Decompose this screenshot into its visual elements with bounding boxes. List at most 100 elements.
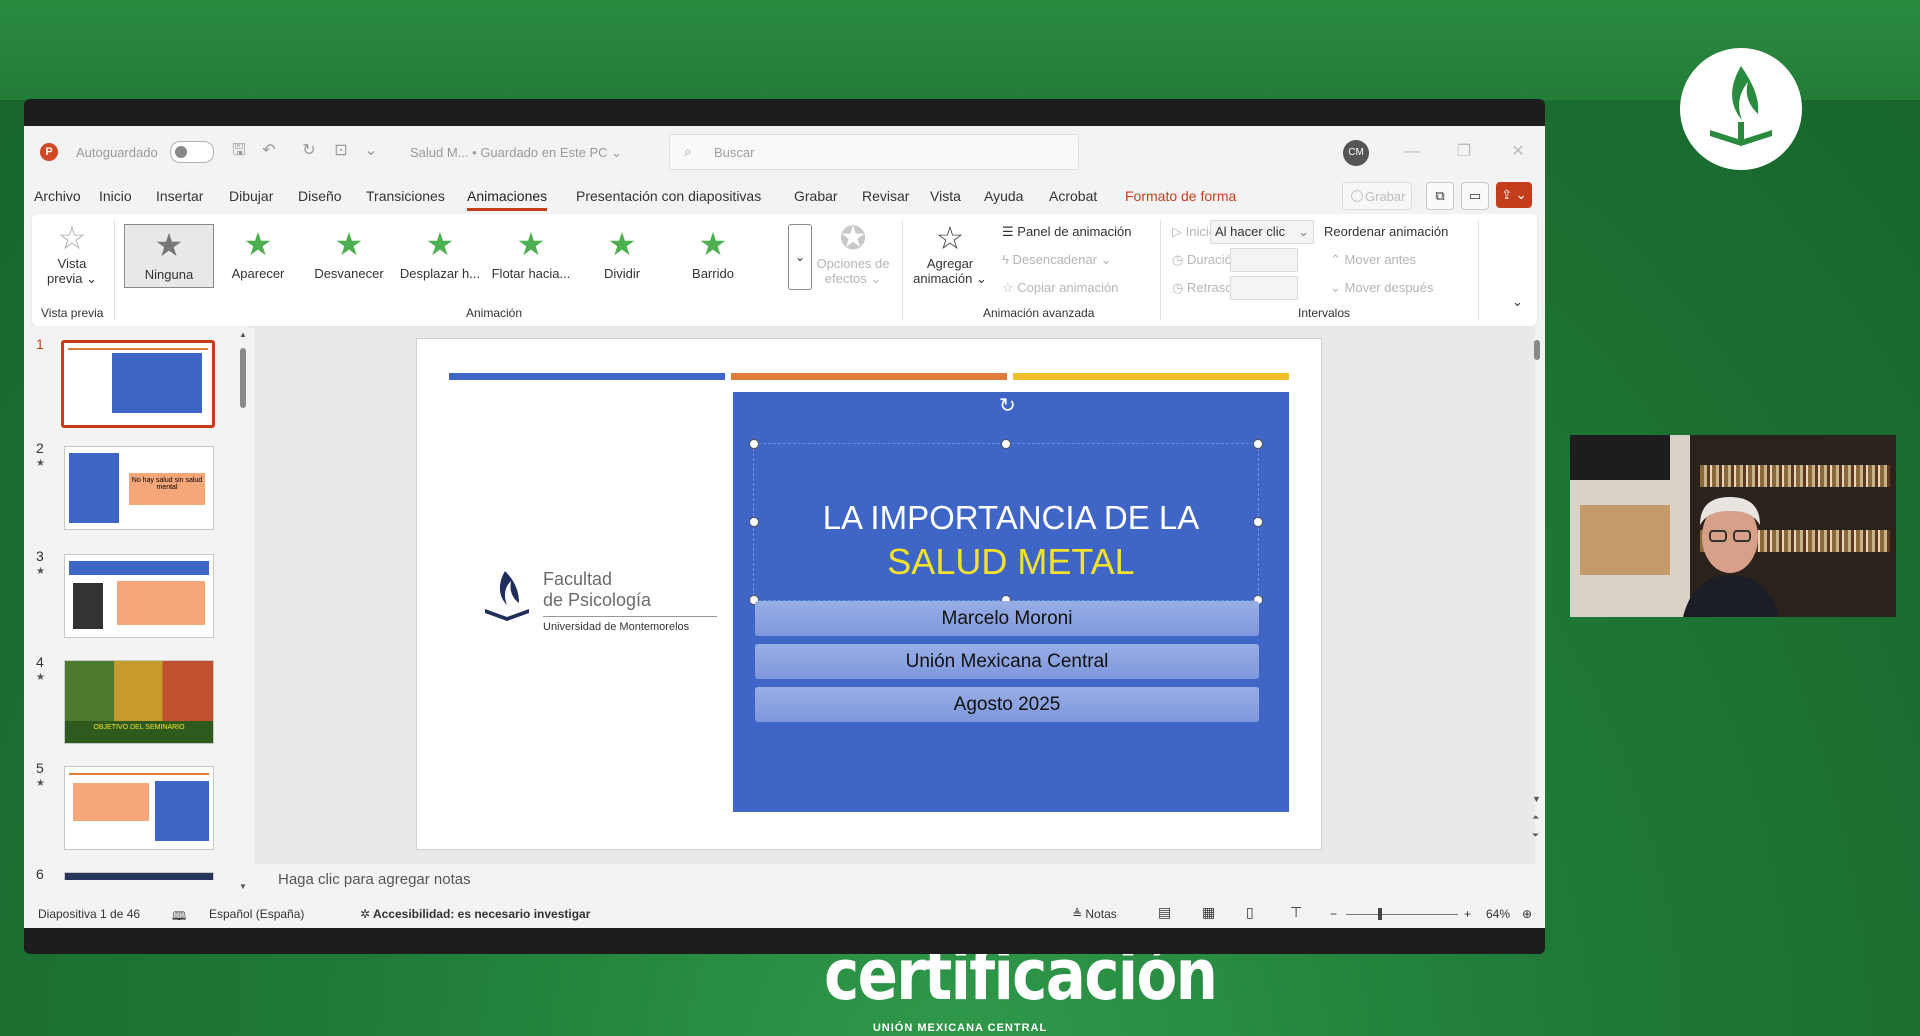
delay-input[interactable] (1230, 276, 1298, 300)
restore-icon[interactable]: ❐ (1452, 140, 1476, 164)
fit-slide-icon[interactable]: ⊕ (1522, 907, 1532, 921)
presenter-webcam (1570, 435, 1896, 617)
autosave-toggle[interactable] (170, 141, 214, 163)
move-later-button[interactable]: ⌄ Mover después (1330, 280, 1433, 296)
zoom-slider-thumb[interactable] (1378, 908, 1382, 920)
teams-icon[interactable]: ⧉ (1426, 182, 1454, 210)
slide-number: 2 (36, 440, 44, 456)
tab-vista[interactable]: Vista (930, 188, 961, 204)
star-icon: ★ (516, 226, 546, 262)
slide-thumbnail-4[interactable]: OBJETIVO DEL SEMINARIO (64, 660, 214, 744)
scrollbar-thumb[interactable] (1534, 340, 1540, 360)
slide-thumbnail-1[interactable] (61, 340, 215, 428)
animation-ninguna[interactable]: ★ Ninguna (124, 224, 214, 288)
reading-view-icon[interactable]: ▯ (1246, 904, 1254, 921)
user-avatar[interactable]: CM (1343, 140, 1369, 166)
scroll-down-icon[interactable]: ▼ (1532, 794, 1541, 804)
tab-animaciones[interactable]: Animaciones (467, 188, 548, 211)
save-icon[interactable]: 🖫 (230, 142, 248, 160)
scroll-down-icon[interactable]: ▼ (237, 882, 249, 891)
minimize-icon[interactable]: — (1400, 140, 1424, 164)
tab-insertar[interactable]: Insertar (156, 188, 203, 204)
tab-inicio[interactable]: Inicio (99, 188, 132, 204)
duration-input[interactable] (1230, 248, 1298, 272)
record-icon (1351, 190, 1363, 202)
record-button[interactable]: Grabar (1342, 182, 1412, 210)
slide-thumbnail-6[interactable] (64, 872, 214, 880)
ribbon: ☆ Vista previa ⌄ Vista previa ★ Ninguna ★… (32, 214, 1537, 326)
resize-handle[interactable] (1001, 439, 1011, 449)
close-icon[interactable]: ✕ (1506, 140, 1530, 164)
tab-transiciones[interactable]: Transiciones (366, 188, 445, 204)
rotate-handle-icon[interactable]: ↻ (999, 393, 1016, 418)
star-icon: ★ (154, 227, 184, 263)
thumbnails-scrollbar[interactable]: ▲ ▼ (237, 326, 249, 896)
normal-view-icon[interactable]: ▤ (1158, 904, 1171, 921)
slide-number: 4 (36, 654, 44, 670)
animation-star-icon: ★ (36, 778, 45, 789)
current-slide[interactable]: Facultad de Psicología Universidad de Mon… (416, 338, 1322, 850)
slide-thumbnail-5[interactable] (64, 766, 214, 850)
tab-acrobat[interactable]: Acrobat (1049, 188, 1097, 204)
university-name: Universidad de Montemorelos (543, 621, 690, 633)
animation-dividir[interactable]: ★ Dividir (578, 224, 666, 286)
scroll-up-icon[interactable]: ▲ (237, 330, 249, 339)
slide-thumbnail-3[interactable] (64, 554, 214, 638)
ribbon-separator (902, 220, 903, 320)
canvas-scrollbar[interactable]: ▼ ⏶ ⏷ (1530, 326, 1544, 864)
resize-handle[interactable] (1253, 439, 1263, 449)
tab-diseno[interactable]: Diseño (298, 188, 342, 204)
tab-grabar[interactable]: Grabar (794, 188, 838, 204)
spellcheck-icon[interactable]: 🕮 (172, 907, 186, 928)
preview-button[interactable]: ☆ Vista previa ⌄ (44, 220, 100, 287)
effects-icon: ✪ (839, 220, 867, 256)
animation-star-icon: ★ (36, 566, 45, 577)
tab-revisar[interactable]: Revisar (862, 188, 909, 204)
slide-thumbnail-2[interactable]: No hay salud sin salud mental (64, 446, 214, 530)
tab-formato-de-forma[interactable]: Formato de forma (1125, 188, 1236, 204)
effect-options-button[interactable]: ✪ Opciones de efectos ⌄ (812, 220, 894, 287)
trigger-button[interactable]: ϟ Desencadenar ⌄ (1002, 252, 1112, 268)
slide-sorter-icon[interactable]: ▦ (1202, 904, 1215, 921)
redo-icon[interactable]: ↻ (300, 142, 318, 160)
language-label[interactable]: Español (España) (209, 907, 304, 921)
search-box[interactable]: ⌕ Buscar (669, 134, 1079, 170)
resize-handle[interactable] (749, 439, 759, 449)
add-animation-button[interactable]: ☆ Agregar animación ⌄ (908, 220, 992, 287)
animation-flotar[interactable]: ★ Flotar hacia... (487, 224, 575, 286)
tab-ayuda[interactable]: Ayuda (984, 188, 1023, 204)
copy-animation-button[interactable]: ☆ Copiar animación (1002, 280, 1118, 296)
slideshow-icon[interactable]: ⊤ (1290, 904, 1302, 921)
gallery-more-button[interactable]: ⌄ (788, 224, 812, 290)
zoom-level[interactable]: 64% (1486, 907, 1510, 921)
slide-bar-yellow (1013, 373, 1289, 380)
notes-pane[interactable]: Haga clic para agregar notas (254, 864, 1535, 896)
animation-barrido[interactable]: ★ Barrido (669, 224, 757, 286)
comments-icon[interactable]: ▭ (1461, 182, 1489, 210)
start-select[interactable]: Al hacer clic ⌄ (1210, 220, 1314, 244)
previous-slide-icon[interactable]: ⏶ (1532, 812, 1539, 823)
webcam-tv (1570, 435, 1670, 480)
tab-archivo[interactable]: Archivo (34, 188, 81, 204)
collapse-ribbon-icon[interactable]: ⌄ (1512, 294, 1523, 310)
share-button[interactable]: ⇪ ⌄ (1496, 182, 1532, 208)
animation-aparecer[interactable]: ★ Aparecer (214, 224, 302, 286)
undo-icon[interactable]: ↶ (260, 142, 278, 160)
tab-presentacion[interactable]: Presentación con diapositivas (576, 188, 761, 204)
notes-button[interactable]: ≜ Notas (1072, 907, 1117, 921)
zoom-out-icon[interactable]: − (1330, 907, 1337, 921)
animation-panel-button[interactable]: ☰ Panel de animación (1002, 224, 1131, 240)
next-slide-icon[interactable]: ⏷ (1532, 830, 1539, 841)
customize-toolbar-icon[interactable]: ⌄ (362, 142, 380, 160)
move-earlier-button[interactable]: ⌃ Mover antes (1330, 252, 1416, 268)
document-title[interactable]: Salud M... • Guardado en Este PC ⌄ (410, 145, 622, 161)
animation-desvanecer[interactable]: ★ Desvanecer (305, 224, 393, 286)
present-icon[interactable]: ⊡ (332, 142, 350, 160)
zoom-slider[interactable] (1346, 914, 1458, 915)
accessibility-status[interactable]: ✲ Accesibilidad: es necesario investigar (360, 907, 590, 921)
scrollbar-thumb[interactable] (240, 348, 246, 408)
animation-desplazar[interactable]: ★ Desplazar h... (396, 224, 484, 286)
star-icon: ★ (698, 226, 728, 262)
zoom-in-icon[interactable]: + (1464, 907, 1471, 921)
tab-dibujar[interactable]: Dibujar (229, 188, 273, 204)
